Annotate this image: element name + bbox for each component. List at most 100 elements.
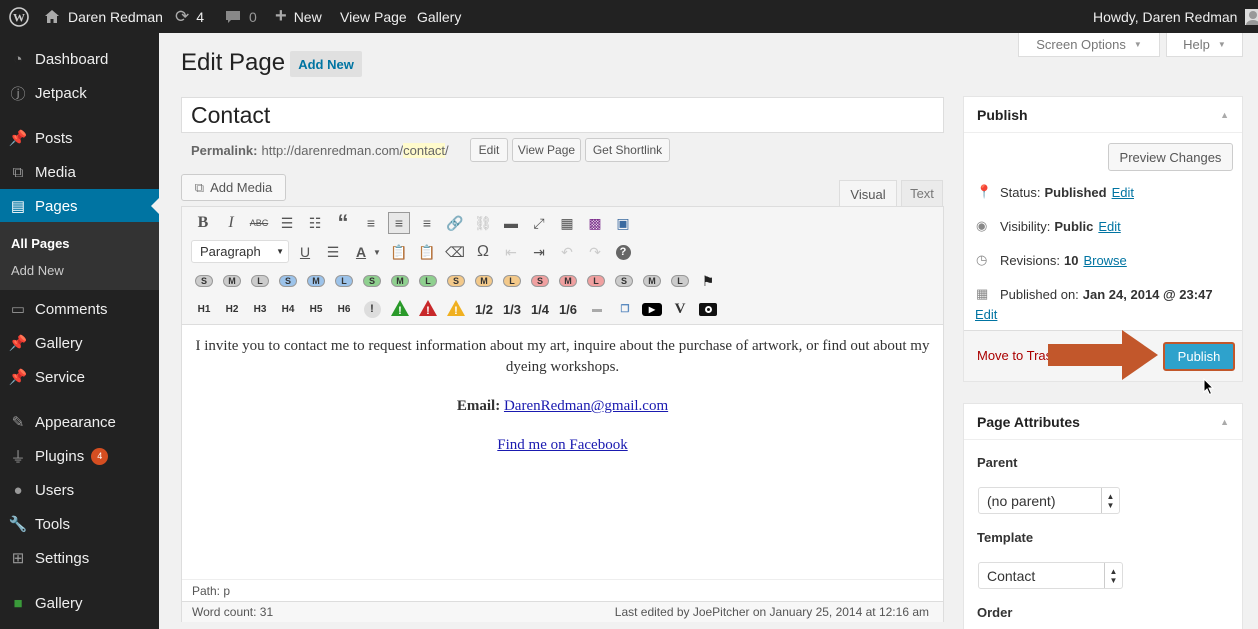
- clear-formatting-icon[interactable]: ⌫: [444, 241, 466, 263]
- new-content-link[interactable]: + New: [275, 0, 322, 33]
- get-shortlink-button[interactable]: Get Shortlink: [585, 138, 670, 162]
- collapse-arrow-icon[interactable]: ▲: [1220, 417, 1229, 427]
- permalink-slug[interactable]: contact: [403, 142, 446, 158]
- shortcode-button[interactable]: M: [389, 272, 411, 290]
- shortcode-button[interactable]: L: [501, 272, 523, 290]
- shortcode-button[interactable]: S: [277, 272, 299, 290]
- shortcode-button[interactable]: M: [557, 272, 579, 290]
- help-button[interactable]: Help ▼: [1166, 33, 1243, 57]
- submenu-all-pages[interactable]: All Pages: [11, 236, 70, 251]
- flag-icon[interactable]: ⚑: [697, 270, 719, 292]
- sidebar-item-comments[interactable]: ▭ Comments: [0, 292, 159, 326]
- tab-text[interactable]: Text: [901, 180, 943, 206]
- updates-link[interactable]: ⟳ 4: [175, 0, 204, 33]
- site-name-link[interactable]: Daren Redman: [44, 0, 163, 33]
- paste-text-icon[interactable]: 📋: [388, 241, 410, 263]
- submenu-add-new[interactable]: Add New: [11, 263, 64, 278]
- column-fraction-button[interactable]: 1/6: [557, 300, 579, 318]
- sidebar-item-media[interactable]: ⧉ Media: [0, 155, 159, 189]
- shortcode-button[interactable]: M: [473, 272, 495, 290]
- shortcode-button[interactable]: M: [641, 272, 663, 290]
- heading-button[interactable]: H1: [193, 300, 215, 318]
- screen-options-button[interactable]: Screen Options ▼: [1018, 33, 1160, 57]
- paste-word-icon[interactable]: 📋: [416, 241, 438, 263]
- help-icon[interactable]: ?: [612, 241, 634, 263]
- heading-button[interactable]: H3: [249, 300, 271, 318]
- heading-button[interactable]: H4: [277, 300, 299, 318]
- preview-changes-button[interactable]: Preview Changes: [1108, 143, 1233, 171]
- text-color-icon[interactable]: A: [350, 241, 372, 263]
- shortcode-button[interactable]: S: [445, 272, 467, 290]
- add-new-button[interactable]: Add New: [290, 51, 362, 77]
- title-input[interactable]: Contact: [181, 97, 944, 133]
- shortcode-button[interactable]: S: [193, 272, 215, 290]
- account-menu[interactable]: Howdy, Daren Redman: [1093, 0, 1258, 33]
- facebook-link[interactable]: Find me on Facebook: [497, 437, 627, 453]
- unlink-icon[interactable]: ⛓: [472, 212, 494, 234]
- vimeo-icon[interactable]: V: [669, 300, 691, 318]
- published-on-edit-link[interactable]: Edit: [975, 307, 997, 322]
- numbered-list-icon[interactable]: ☷: [304, 212, 326, 234]
- visibility-edit-link[interactable]: Edit: [1098, 219, 1120, 234]
- warning-red-icon[interactable]: !: [417, 299, 439, 317]
- special-character-icon[interactable]: Ω: [472, 241, 494, 263]
- column-fraction-button[interactable]: 1/4: [529, 300, 551, 318]
- shortcode-button[interactable]: S: [613, 272, 635, 290]
- collapse-arrow-icon[interactable]: ▲: [1220, 110, 1229, 120]
- sidebar-item-posts[interactable]: 📌 Posts: [0, 121, 159, 155]
- format-select[interactable]: Paragraph ▼: [191, 240, 289, 263]
- heading-button[interactable]: H2: [221, 300, 243, 318]
- warning-green-icon[interactable]: !: [389, 299, 411, 317]
- gallery-link[interactable]: Gallery: [417, 0, 461, 33]
- sidebar-item-settings[interactable]: ⊞ Settings: [0, 541, 159, 575]
- page-attributes-header[interactable]: Page Attributes ▲: [964, 404, 1242, 440]
- align-center-icon[interactable]: ≡: [388, 212, 410, 234]
- redo-icon[interactable]: ↷: [584, 241, 606, 263]
- heading-button[interactable]: H6: [333, 300, 355, 318]
- view-page-button[interactable]: View Page: [512, 138, 581, 162]
- shortcode-button[interactable]: S: [529, 272, 551, 290]
- link-icon[interactable]: 🔗: [444, 212, 466, 234]
- shortcode-button[interactable]: L: [249, 272, 271, 290]
- undo-icon[interactable]: ↶: [556, 241, 578, 263]
- chevron-down-icon[interactable]: ▼: [370, 241, 384, 263]
- align-left-icon[interactable]: ≡: [360, 212, 382, 234]
- view-page-link[interactable]: View Page: [340, 0, 407, 33]
- template-select[interactable]: Contact ▲ ▼: [978, 562, 1123, 589]
- heading-button[interactable]: H5: [305, 300, 327, 318]
- sidebar-item-dashboard[interactable]: ◔ Dashboard: [0, 42, 159, 76]
- fullscreen-icon[interactable]: ⤢: [528, 212, 550, 234]
- shortcode-button[interactable]: L: [585, 272, 607, 290]
- bold-icon[interactable]: B: [192, 212, 214, 234]
- sidebar-item-appearance[interactable]: ✎ Appearance: [0, 405, 159, 439]
- publish-box-header[interactable]: Publish ▲: [964, 97, 1242, 133]
- add-media-button[interactable]: ⧉ Add Media: [181, 174, 286, 201]
- sidebar-item-gallery[interactable]: 📌 Gallery: [0, 326, 159, 360]
- editor-content[interactable]: I invite you to contact me to request in…: [190, 336, 935, 456]
- sidebar-item-pages[interactable]: ▤ Pages: [0, 189, 159, 223]
- column-fraction-button[interactable]: 1/3: [501, 300, 523, 318]
- move-to-trash-link[interactable]: Move to Trash: [977, 348, 1051, 363]
- wordpress-logo-icon[interactable]: W: [8, 0, 30, 33]
- shortcode-button[interactable]: L: [333, 272, 355, 290]
- parent-select[interactable]: (no parent) ▲ ▼: [978, 487, 1120, 514]
- divider-icon[interactable]: ▬: [586, 300, 608, 318]
- status-edit-link[interactable]: Edit: [1112, 185, 1134, 200]
- comments-link[interactable]: 0: [225, 0, 257, 33]
- sidebar-item-plugins[interactable]: ⏚ Plugins 4: [0, 439, 159, 473]
- browse-revisions-link[interactable]: Browse: [1083, 253, 1126, 268]
- justify-icon[interactable]: ☰: [322, 241, 344, 263]
- strikethrough-icon[interactable]: ABC: [248, 212, 270, 234]
- shortcode-button[interactable]: S: [361, 272, 383, 290]
- sidebar-item-tools[interactable]: 🔧 Tools: [0, 507, 159, 541]
- sidebar-item-jetpack[interactable]: ⓙ Jetpack: [0, 76, 159, 110]
- camera-icon[interactable]: [697, 300, 719, 318]
- youtube-icon[interactable]: ▶: [641, 300, 663, 318]
- column-fraction-button[interactable]: 1/2: [473, 300, 495, 318]
- underline-icon[interactable]: U: [294, 241, 316, 263]
- insert-media-icon[interactable]: ▣: [612, 212, 634, 234]
- shortcode-button[interactable]: M: [221, 272, 243, 290]
- outdent-icon[interactable]: ⇤: [500, 241, 522, 263]
- read-more-icon[interactable]: ▬: [500, 212, 522, 234]
- sidebar-item-users[interactable]: ● Users: [0, 473, 159, 507]
